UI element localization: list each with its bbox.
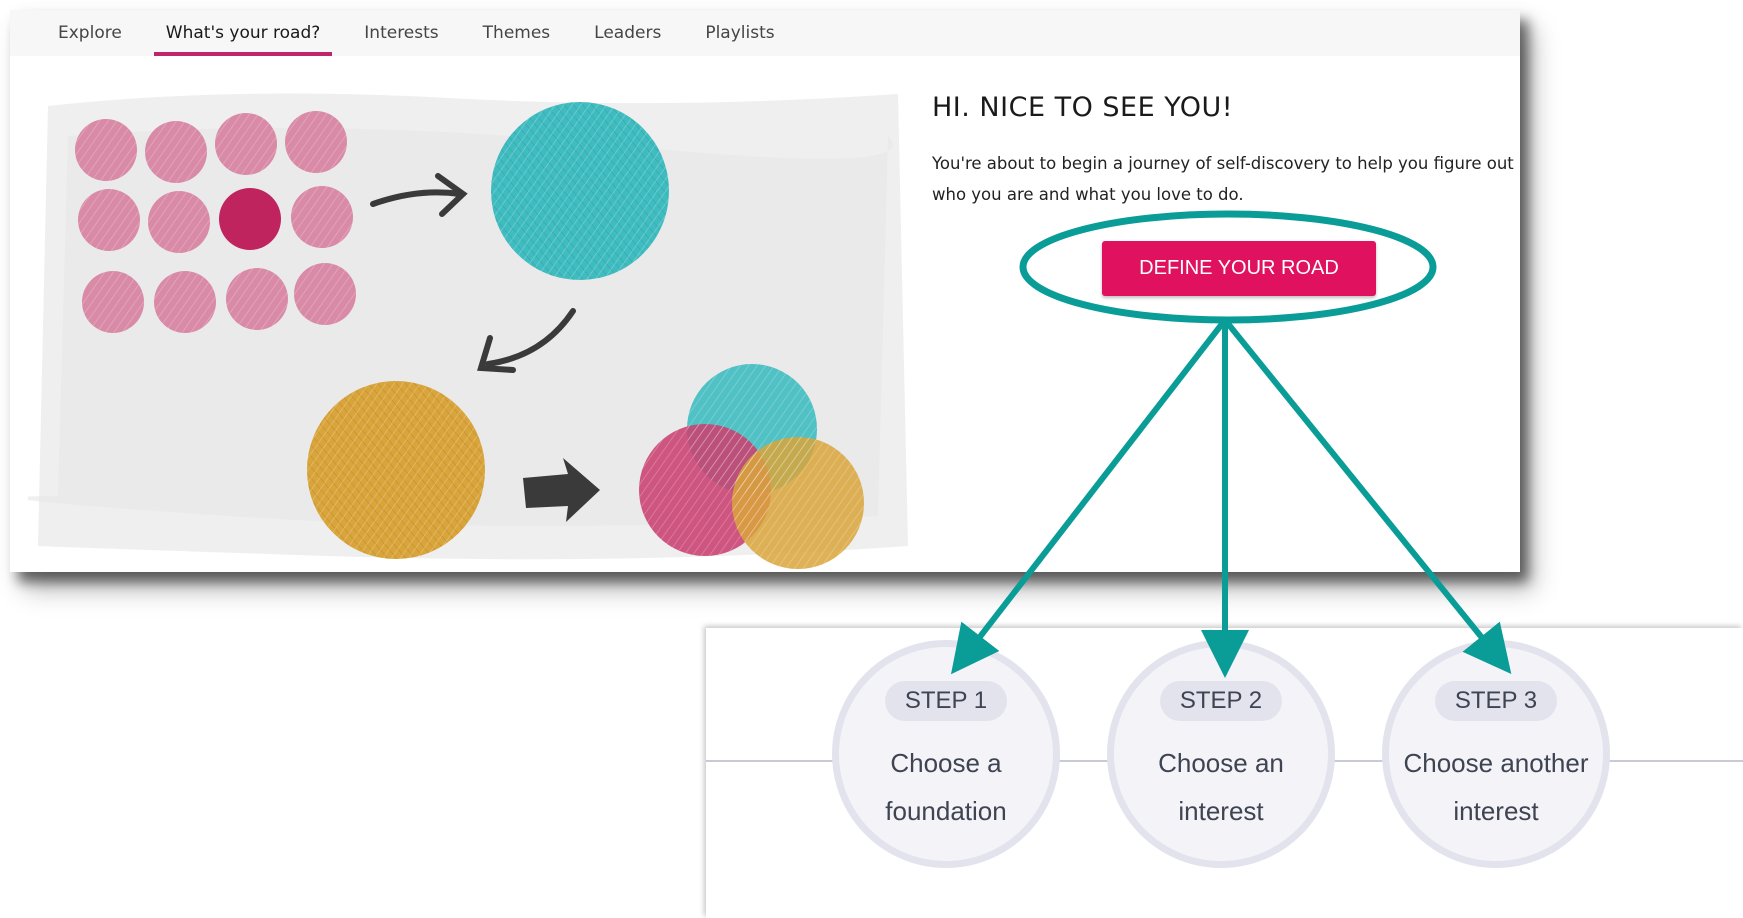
journey-illustration [28, 93, 908, 569]
welcome-title: HI. NICE TO SEE YOU! [932, 92, 1234, 123]
tab-interests[interactable]: Interests [342, 10, 460, 56]
welcome-description: You're about to begin a journey of self-… [932, 154, 1514, 204]
tab-whats-your-road[interactable]: What's your road? [144, 10, 342, 56]
tab-themes[interactable]: Themes [461, 10, 573, 56]
tab-playlists[interactable]: Playlists [683, 10, 796, 56]
define-your-road-button[interactable]: DEFINE YOUR ROAD [1102, 241, 1376, 296]
step-1-line1: Choose a [890, 748, 1002, 778]
step-3-circle[interactable]: STEP 3 Choose another interest [1382, 640, 1610, 868]
step-2-badge: STEP 2 [1159, 681, 1283, 721]
step-1-badge: STEP 1 [884, 681, 1008, 721]
tab-leaders[interactable]: Leaders [572, 10, 683, 56]
top-nav: Explore What's your road? Interests Them… [10, 10, 1520, 56]
step-3-line1: Choose another [1403, 748, 1589, 778]
steps-panel: STEP 1 Choose a foundation STEP 2 Choose… [706, 628, 1743, 918]
step-1-line2: foundation [885, 796, 1007, 826]
app-window: Explore What's your road? Interests Them… [10, 10, 1520, 572]
step-2-line1: Choose an [1158, 748, 1284, 778]
tab-explore[interactable]: Explore [36, 10, 144, 56]
step-2-circle[interactable]: STEP 2 Choose an interest [1107, 640, 1335, 868]
step-1-circle[interactable]: STEP 1 Choose a foundation [832, 640, 1060, 868]
dot-selected [219, 188, 281, 250]
step-3-line2: interest [1453, 796, 1539, 826]
step-2-line2: interest [1178, 796, 1264, 826]
step-3-badge: STEP 3 [1434, 681, 1558, 721]
